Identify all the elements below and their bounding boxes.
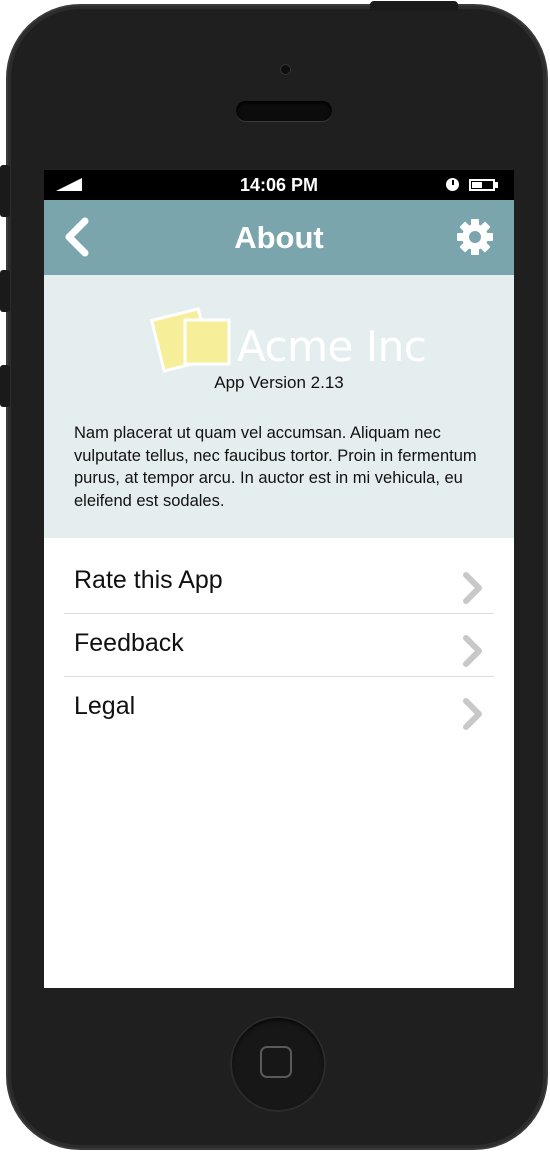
status-time: 14:06 PM bbox=[239, 175, 319, 195]
chevron-right-icon bbox=[463, 572, 482, 604]
company-logo: Acme Inc bbox=[149, 300, 427, 375]
app-description: Nam placerat ut quam vel accumsan. Aliqu… bbox=[74, 424, 477, 510]
about-info-panel: Acme Inc App Version 2.13 Nam placerat u… bbox=[44, 275, 514, 538]
settings-button[interactable] bbox=[456, 218, 494, 256]
speaker-grille bbox=[236, 101, 332, 121]
menu-item-label: Rate this App bbox=[74, 566, 223, 594]
home-square-icon bbox=[260, 1046, 292, 1078]
volume-down-button bbox=[0, 365, 10, 407]
gear-icon bbox=[457, 219, 493, 255]
back-button[interactable] bbox=[60, 216, 96, 258]
chevron-right-icon bbox=[463, 635, 482, 667]
volume-up-button bbox=[0, 270, 10, 312]
home-button[interactable] bbox=[230, 1016, 326, 1112]
logo-mark-icon bbox=[149, 307, 231, 373]
menu-item-label: Feedback bbox=[74, 629, 184, 657]
status-bar: 14:06 PM bbox=[44, 170, 514, 200]
battery-tip bbox=[495, 182, 498, 188]
chevron-right-icon bbox=[463, 698, 482, 730]
about-menu: Rate this App Feedback Legal bbox=[64, 551, 494, 739]
power-button bbox=[370, 1, 458, 11]
mute-switch bbox=[0, 165, 10, 217]
menu-item-label: Legal bbox=[74, 692, 136, 720]
camera bbox=[281, 65, 290, 74]
app-version: App Version 2.13 bbox=[214, 373, 344, 392]
battery-icon bbox=[469, 179, 495, 191]
logo-text: Acme Inc bbox=[237, 322, 427, 371]
chevron-left-icon bbox=[65, 217, 89, 257]
navigation-bar: About bbox=[44, 200, 514, 275]
menu-item-feedback[interactable]: Feedback bbox=[64, 614, 494, 677]
menu-item-rate-app[interactable]: Rate this App bbox=[64, 551, 494, 614]
screen: 14:06 PM About Acme Inc App Version 2.13… bbox=[44, 170, 514, 988]
alarm-clock-icon bbox=[446, 178, 459, 191]
menu-item-legal[interactable]: Legal bbox=[64, 677, 494, 739]
page-title: About bbox=[234, 220, 324, 255]
